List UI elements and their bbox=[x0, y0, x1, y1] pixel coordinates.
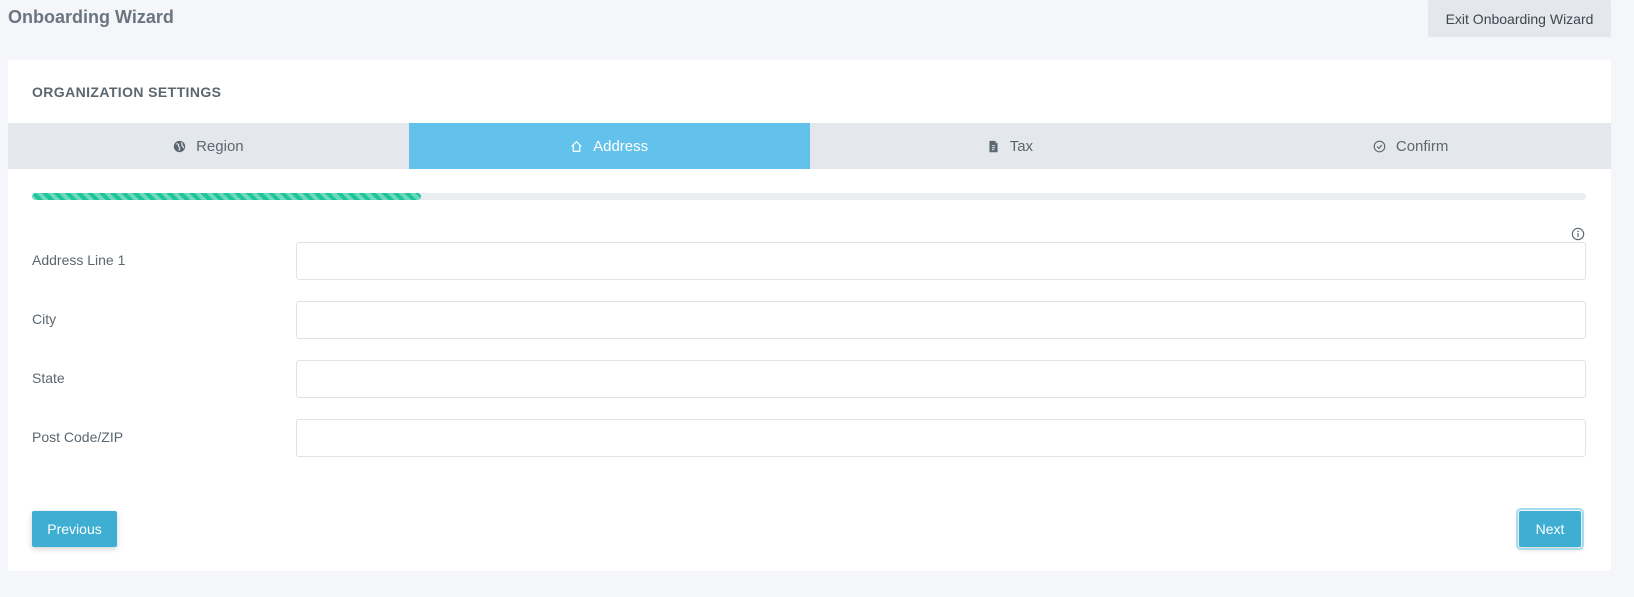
address-line-1-input[interactable] bbox=[296, 242, 1586, 280]
page-title: Onboarding Wizard bbox=[8, 7, 174, 27]
address-line-1-label: Address Line 1 bbox=[32, 252, 126, 268]
check-circle-icon bbox=[1373, 140, 1386, 153]
tab-label: Tax bbox=[1009, 137, 1034, 155]
document-icon bbox=[987, 140, 1000, 153]
city-input[interactable] bbox=[296, 301, 1586, 339]
tab-tax[interactable]: Tax bbox=[810, 123, 1211, 169]
previous-button[interactable]: Previous bbox=[32, 511, 117, 547]
post-code-label: Post Code/ZIP bbox=[32, 429, 124, 445]
tab-address[interactable]: Address bbox=[408, 123, 810, 169]
globe-icon bbox=[173, 140, 186, 153]
tab-label: Confirm bbox=[1395, 137, 1449, 155]
section-title: ORGANIZATION SETTINGS bbox=[32, 84, 222, 100]
tab-region[interactable]: Region bbox=[8, 123, 409, 169]
next-button[interactable]: Next bbox=[1516, 508, 1584, 550]
city-row: City bbox=[32, 301, 1586, 339]
tab-label: Address bbox=[593, 137, 649, 155]
tab-confirm[interactable]: Confirm bbox=[1210, 123, 1611, 169]
address-line-1-row: Address Line 1 bbox=[32, 242, 1586, 280]
tab-label: Region bbox=[196, 137, 244, 155]
state-input[interactable] bbox=[296, 360, 1586, 398]
post-code-row: Post Code/ZIP bbox=[32, 419, 1586, 457]
post-code-input[interactable] bbox=[296, 419, 1586, 457]
progress-fill bbox=[32, 193, 421, 200]
exit-wizard-button[interactable]: Exit Onboarding Wizard bbox=[1428, 0, 1611, 37]
info-icon[interactable] bbox=[1571, 227, 1585, 241]
home-icon bbox=[570, 140, 583, 153]
state-label: State bbox=[32, 370, 65, 386]
state-row: State bbox=[32, 360, 1586, 398]
city-label: City bbox=[32, 311, 57, 327]
wizard-tabs: Region Address Tax Confirm bbox=[8, 123, 1611, 169]
settings-card: ORGANIZATION SETTINGS Region Address Tax… bbox=[8, 60, 1611, 571]
progress-bar bbox=[32, 193, 1586, 200]
